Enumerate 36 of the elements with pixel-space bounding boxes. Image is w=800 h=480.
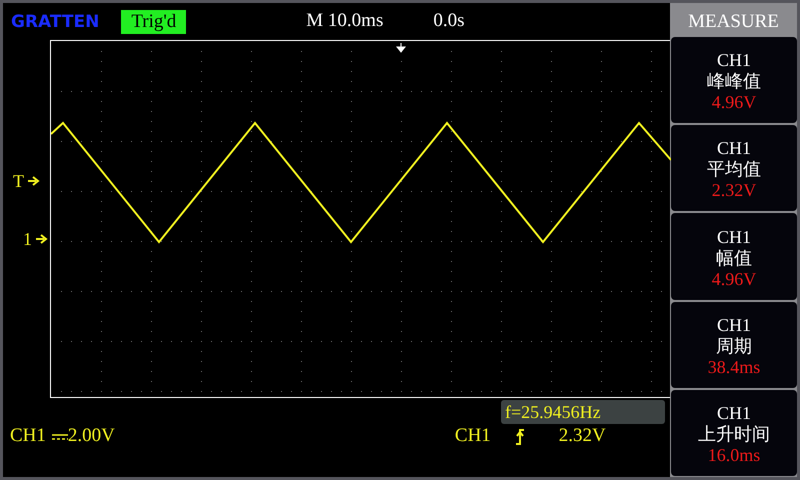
measure-channel: CH1 — [716, 137, 751, 160]
measure-value: 4.96V — [712, 270, 756, 288]
measure-value: 38.4ms — [708, 358, 760, 376]
measure-channel: CH1 — [716, 49, 751, 72]
measure-value: 16.0ms — [708, 446, 760, 464]
channel-label: CH1 — [10, 424, 46, 448]
right-arrow-icon — [36, 234, 48, 244]
trigger-marker-label: T — [13, 172, 24, 190]
measure-card[interactable]: CH1 平均值 2.32V — [671, 125, 797, 212]
measure-card[interactable]: CH1 周期 38.4ms — [671, 302, 797, 388]
measure-card[interactable]: CH1 上升时间 16.0ms — [671, 390, 797, 476]
measure-value: 4.96V — [712, 93, 756, 112]
measure-channel: CH1 — [716, 314, 751, 336]
measure-value: 2.32V — [712, 181, 756, 200]
trigger-position-label: 0.0s — [433, 9, 465, 34]
measure-name: 上升时间 — [698, 424, 770, 446]
measure-name: 峰峰值 — [707, 71, 761, 94]
measure-channel: CH1 — [716, 402, 751, 424]
frequency-readout: f=25.9456Hz — [501, 400, 665, 424]
measure-name: 周期 — [716, 336, 752, 358]
timebase-label: M 10.0ms — [306, 9, 384, 34]
channel-scale-label: 2.00V — [68, 424, 115, 448]
trigger-source-label: CH1 — [454, 424, 491, 448]
trigger-position-icon — [396, 43, 406, 53]
measure-channel: CH1 — [716, 226, 751, 248]
dc-coupling-icon — [52, 432, 68, 442]
measure-name: 平均值 — [707, 159, 761, 182]
trigger-level-label: 2.32V — [558, 424, 606, 448]
right-arrow-icon — [28, 176, 40, 186]
measure-card[interactable]: CH1 峰峰值 4.96V — [671, 37, 797, 124]
measure-title: MEASURE — [687, 10, 780, 34]
brand-logo: GRATTEN — [11, 10, 100, 32]
channel-marker-label: 1 — [23, 230, 32, 248]
measure-name: 幅值 — [716, 248, 752, 270]
trigger-status-badge: Trig'd — [121, 10, 186, 34]
measure-card[interactable]: CH1 幅值 4.96V — [671, 213, 797, 300]
